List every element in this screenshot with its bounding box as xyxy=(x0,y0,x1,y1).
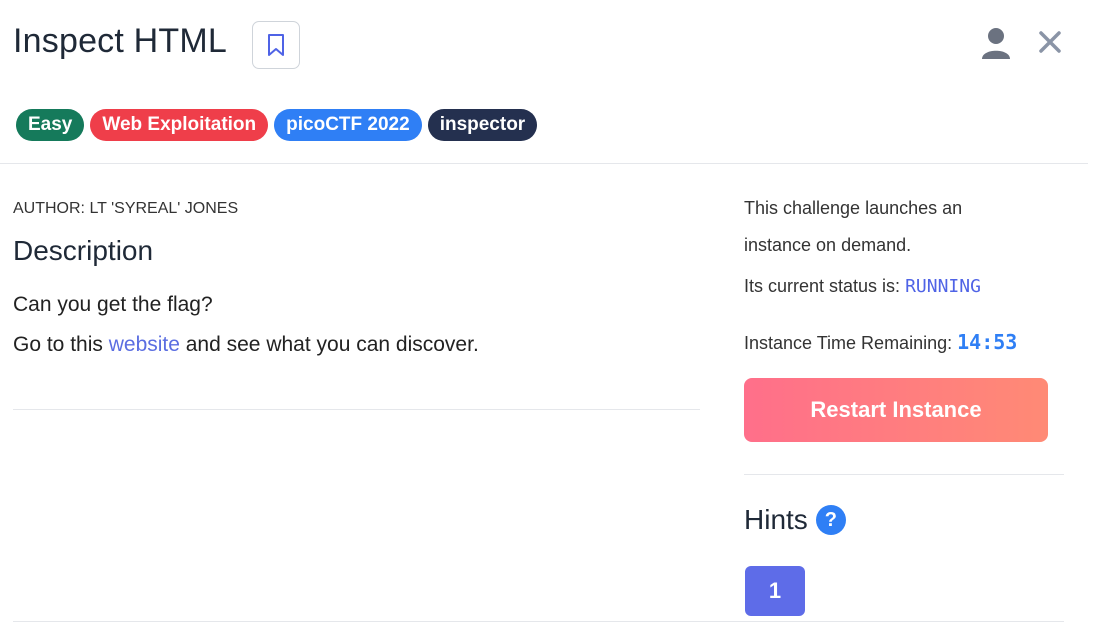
instance-status-line: Its current status is: RUNNING xyxy=(744,276,981,297)
time-label: Instance Time Remaining: xyxy=(744,333,958,353)
status-label: Its current status is: xyxy=(744,276,906,296)
tag-easy[interactable]: Easy xyxy=(16,109,85,141)
description-text-suffix: and see what you can discover. xyxy=(179,333,479,356)
instance-time-line: Instance Time Remaining: 14:53 xyxy=(744,330,1017,354)
close-icon[interactable] xyxy=(1036,28,1064,56)
challenge-title: Inspect HTML xyxy=(13,22,228,60)
time-remaining-value: 14:53 xyxy=(957,330,1018,354)
instance-info-line-2: instance on demand. xyxy=(744,235,912,255)
hint-button-1[interactable]: 1 xyxy=(745,566,805,616)
footer-divider xyxy=(13,621,1064,622)
description-line-2: Go to this website and see what you can … xyxy=(13,333,700,357)
help-icon[interactable]: ? xyxy=(815,505,846,535)
hints-heading: Hints xyxy=(744,504,808,535)
description-line-1: Can you get the flag? xyxy=(13,293,213,316)
hints-heading-row: Hints ? xyxy=(744,504,846,536)
website-link[interactable]: website xyxy=(109,333,180,356)
restart-instance-button[interactable]: Restart Instance xyxy=(744,378,1048,442)
description-text-prefix: Go to this xyxy=(13,333,109,356)
instance-info-line-1: This challenge launches an xyxy=(744,198,963,218)
tag-inspector[interactable]: inspector xyxy=(427,109,538,141)
bookmark-button[interactable] xyxy=(252,21,300,69)
tag-web-exploitation[interactable]: Web Exploitation xyxy=(90,109,269,141)
user-icon[interactable] xyxy=(980,26,1012,60)
bookmark-icon xyxy=(268,34,284,56)
body-divider xyxy=(13,409,700,410)
panel-divider xyxy=(744,474,1064,475)
author-label: AUTHOR: LT 'SYREAL' JONES xyxy=(13,200,239,217)
tag-picoctf-2022[interactable]: picoCTF 2022 xyxy=(274,109,422,141)
description-heading: Description xyxy=(13,235,154,266)
challenge-header: Inspect HTML Easy Web Exploitation picoC… xyxy=(0,0,1088,164)
status-value: RUNNING xyxy=(905,276,981,297)
challenge-body: AUTHOR: LT 'SYREAL' JONES Description Ca… xyxy=(13,190,700,357)
tag-list: Easy Web Exploitation picoCTF 2022 inspe… xyxy=(16,109,538,141)
